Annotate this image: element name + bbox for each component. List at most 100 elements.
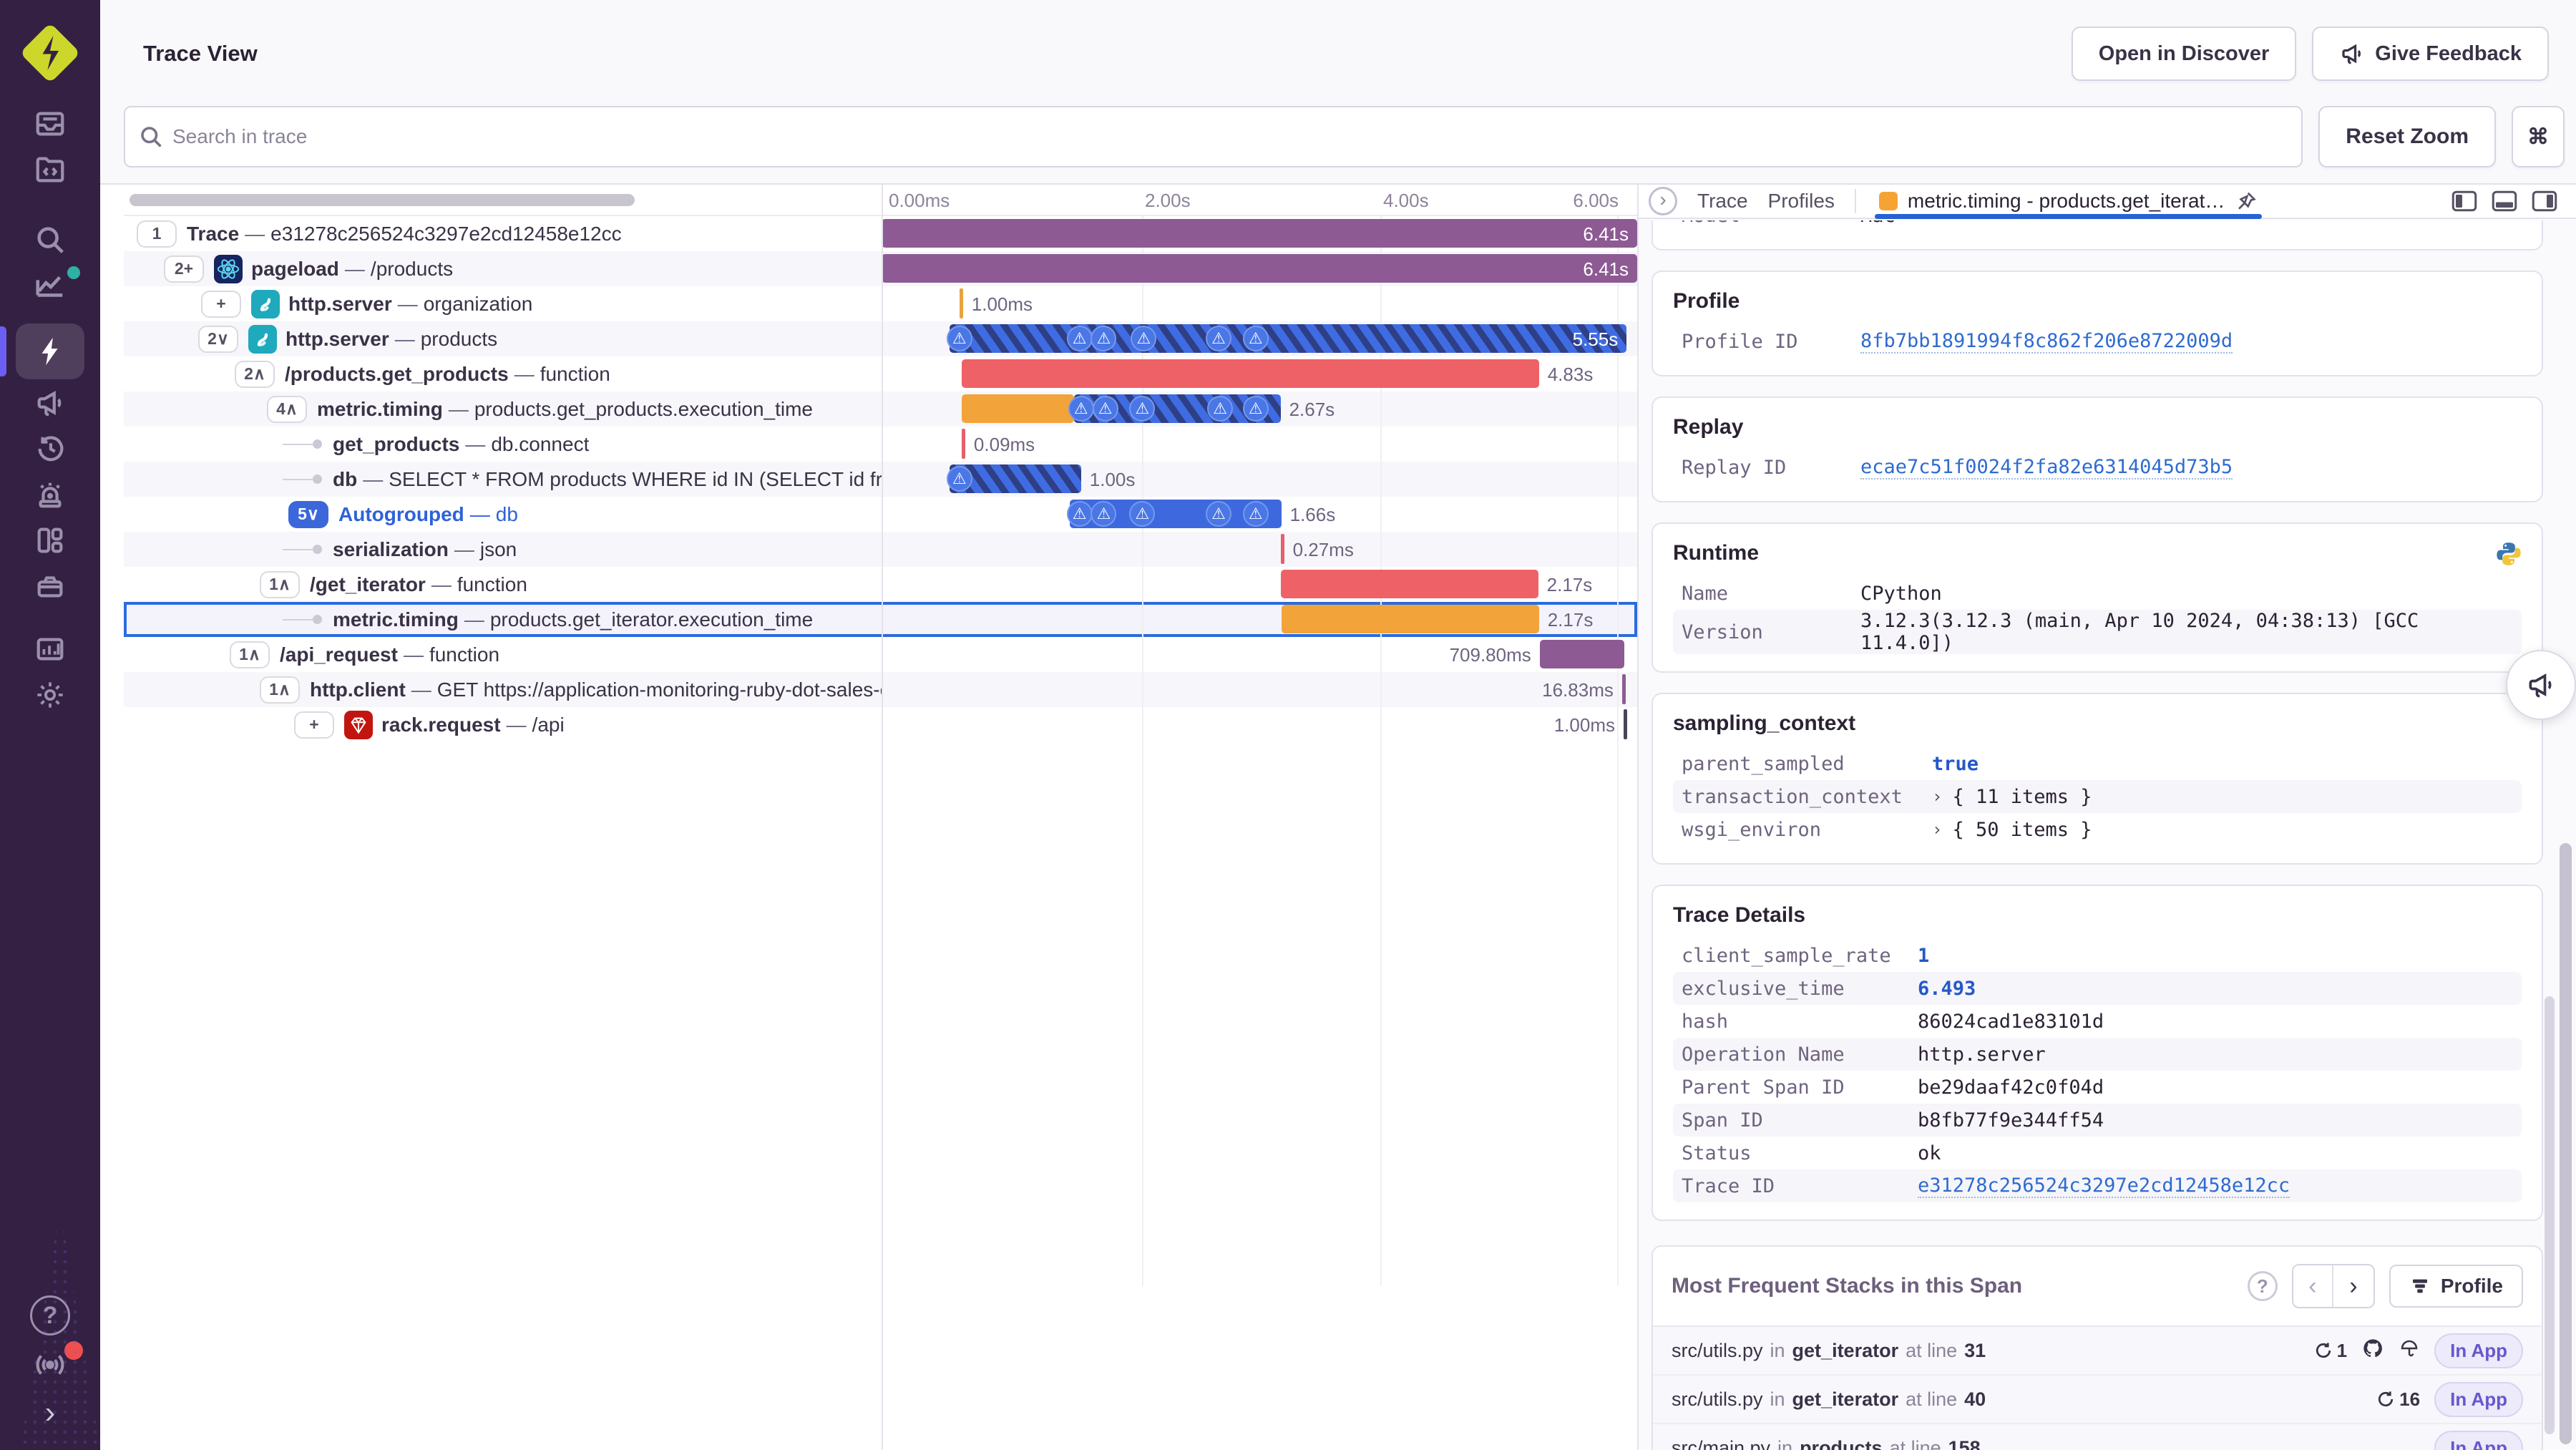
trace-row-chart: 2.17s xyxy=(882,567,1637,602)
trace-row[interactable]: 1 Trace — e31278c256524c3297e2cd12458e12cc 6… xyxy=(124,216,1637,251)
span-count-badge[interactable]: 1∧ xyxy=(260,676,300,704)
umbrella-icon[interactable] xyxy=(2399,1338,2420,1364)
layout-right-icon[interactable] xyxy=(2532,190,2557,212)
help-icon[interactable]: ? xyxy=(2247,1271,2278,1301)
span-bar[interactable] xyxy=(950,324,1627,353)
sidebar-item-dashboards[interactable] xyxy=(0,524,100,557)
sidebar-item-performance[interactable] xyxy=(0,335,100,368)
expand-chevron-icon[interactable]: › xyxy=(1932,787,1942,807)
trace-row[interactable]: 2+ pageload —/products 6.41s xyxy=(124,251,1637,286)
layout-bottom-icon[interactable] xyxy=(2492,190,2517,212)
warning-badge-icon[interactable]: ⚠ xyxy=(946,326,972,351)
detail-value[interactable]: ecae7c51f0024f2fa82e6314045d73b5 xyxy=(1860,456,2233,480)
trace-row[interactable]: get_products — db.connect 0.09ms xyxy=(124,427,1637,462)
detail-value[interactable]: e31278c256524c3297e2cd12458e12cc xyxy=(1918,1174,2290,1198)
sidebar-item-projects[interactable] xyxy=(0,153,100,186)
reset-zoom-button[interactable]: Reset Zoom xyxy=(2318,106,2496,167)
trace-row-names: 1∧ /get_iterator — function xyxy=(124,567,882,602)
sidebar-item-issues[interactable] xyxy=(0,107,100,140)
collapse-panel-button[interactable]: › xyxy=(1649,187,1677,215)
detail-value[interactable]: 8fb7bb1891994f8c862f206e8722009d xyxy=(1860,330,2233,354)
stack-frame-row[interactable]: src/main.py in products at line 158 In App xyxy=(1653,1424,2542,1450)
open-in-discover-button[interactable]: Open in Discover xyxy=(2071,26,2297,81)
span-bar[interactable] xyxy=(959,288,963,318)
span-count-badge[interactable]: + xyxy=(201,290,241,318)
pin-icon[interactable] xyxy=(2235,190,2258,213)
trace-row[interactable]: 1∧ /api_request — function 709.80ms xyxy=(124,637,1637,672)
layout-left-icon[interactable] xyxy=(2451,190,2477,212)
span-count-badge[interactable]: 1 xyxy=(137,220,177,248)
sidebar-item-feedback[interactable] xyxy=(0,386,100,419)
stack-frame-row[interactable]: src/utils.py in get_iterator at line 31 1 In A… xyxy=(1653,1327,2542,1376)
warning-badge-icon[interactable]: ⚠ xyxy=(1205,326,1231,351)
expand-chevron-icon[interactable]: › xyxy=(1932,819,1942,840)
sidebar-expand-button[interactable]: › xyxy=(0,1397,100,1429)
trace-row[interactable]: 5∨ Autogrouped — db ⚠ ⚠ ⚠ ⚠ ⚠ 1.66s xyxy=(124,497,1637,532)
span-count-badge[interactable]: 1∧ xyxy=(230,641,270,668)
warning-badge-icon[interactable]: ⚠ xyxy=(1092,396,1118,422)
sidebar-item-explore[interactable] xyxy=(0,223,100,256)
span-bar[interactable] xyxy=(1623,709,1627,739)
profile-button[interactable]: Profile xyxy=(2389,1265,2523,1308)
tab-profiles[interactable]: Profiles xyxy=(1768,190,1835,213)
trace-row[interactable]: 2∧ /products.get_products — function 4.83s xyxy=(124,356,1637,391)
span-count-badge[interactable]: 2∧ xyxy=(235,360,275,388)
search-input[interactable] xyxy=(124,106,2303,167)
sidebar-item-settings[interactable] xyxy=(0,678,100,711)
trace-row[interactable]: 1∧ http.client — GET https://application-mo… xyxy=(124,672,1637,707)
warning-badge-icon[interactable]: ⚠ xyxy=(1242,501,1269,527)
warning-badge-icon[interactable]: ⚠ xyxy=(1066,326,1093,351)
span-count-badge[interactable]: 2∨ xyxy=(198,325,238,353)
trace-row[interactable]: 2∨ http.server — products ⚠ ⚠ ⚠ ⚠ ⚠ ⚠ 5.55s xyxy=(124,321,1637,356)
span-count-badge[interactable]: 5∨ xyxy=(288,500,328,528)
trace-row[interactable]: 1∧ /get_iterator — function 2.17s xyxy=(124,567,1637,602)
shortcut-button[interactable]: ⌘ xyxy=(2512,106,2565,167)
trace-row[interactable]: 4∧ metric.timing — products.get_products.ex… xyxy=(124,391,1637,427)
span-bar[interactable] xyxy=(1280,570,1538,598)
span-count-badge[interactable]: 1∧ xyxy=(260,570,300,598)
stack-frame-row[interactable]: src/utils.py in get_iterator at line 40 16 In … xyxy=(1653,1376,2542,1424)
warning-badge-icon[interactable]: ⚠ xyxy=(1205,501,1231,527)
sidebar-item-stats[interactable] xyxy=(0,633,100,666)
warning-badge-icon[interactable]: ⚠ xyxy=(1207,396,1234,422)
panel-scrollbar[interactable] xyxy=(2545,996,2555,1434)
span-count-badge[interactable]: 4∧ xyxy=(267,395,307,423)
span-count-badge[interactable]: + xyxy=(294,711,334,739)
sidebar-item-replays[interactable] xyxy=(0,432,100,465)
tab-trace[interactable]: Trace xyxy=(1697,190,1748,213)
trace-row[interactable]: metric.timing — products.get_iterator.exec… xyxy=(124,602,1637,637)
give-feedback-button[interactable]: Give Feedback xyxy=(2312,26,2549,81)
trace-row[interactable]: + http.server — organization 1.00ms xyxy=(124,286,1637,321)
github-icon[interactable] xyxy=(2361,1337,2384,1365)
span-bar[interactable] xyxy=(961,429,965,459)
warning-badge-icon[interactable]: ⚠ xyxy=(1242,396,1269,422)
trace-row[interactable]: + rack.request —/api 1.00ms xyxy=(124,707,1637,742)
span-count-badge[interactable]: 2+ xyxy=(164,255,204,283)
tab-span-details-active[interactable]: metric.timing - products.get_iterat… xyxy=(1874,185,2263,219)
span-bar[interactable] xyxy=(882,254,1637,283)
names-column-scrollbar[interactable] xyxy=(130,194,635,206)
span-bar[interactable] xyxy=(1280,534,1284,564)
next-stack-button[interactable]: › xyxy=(2333,1265,2373,1307)
span-bar[interactable] xyxy=(961,394,1075,423)
span-bar[interactable] xyxy=(1281,605,1539,633)
trace-row[interactable]: db — SELECT * FROM products WHERE id IN (S… xyxy=(124,462,1637,497)
sidebar-item-releases[interactable] xyxy=(0,570,100,603)
sidebar-item-trends[interactable] xyxy=(0,266,100,302)
column-divider[interactable] xyxy=(882,185,883,1450)
sidebar-item-alerts[interactable] xyxy=(0,478,100,511)
span-bar[interactable] xyxy=(1539,640,1625,668)
warning-badge-icon[interactable]: ⚠ xyxy=(946,466,972,492)
span-bar[interactable] xyxy=(1621,674,1626,704)
trace-row-chart: 16.83ms xyxy=(882,672,1637,707)
span-bar[interactable] xyxy=(961,359,1539,388)
floating-feedback-button[interactable] xyxy=(2506,650,2576,720)
span-bar[interactable] xyxy=(882,219,1637,248)
trace-row[interactable]: serialization — json 0.27ms xyxy=(124,532,1637,567)
warning-badge-icon[interactable]: ⚠ xyxy=(1066,501,1093,527)
warning-badge-icon[interactable]: ⚠ xyxy=(1068,396,1094,422)
window-scrollbar[interactable] xyxy=(2560,843,2572,1444)
previous-stack-button[interactable]: ‹ xyxy=(2293,1265,2333,1307)
warning-badge-icon[interactable]: ⚠ xyxy=(1242,326,1269,351)
sentry-logo[interactable] xyxy=(19,22,81,84)
